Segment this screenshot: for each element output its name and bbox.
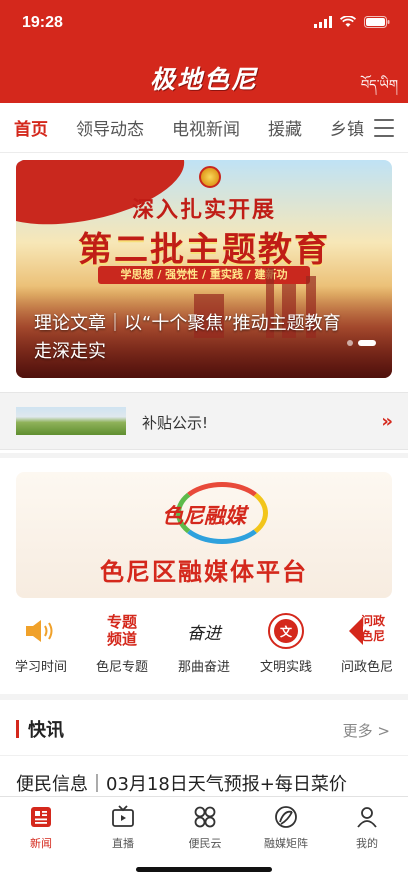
party-emblem-icon — [199, 166, 221, 188]
topic-channel-icon: 专题 频道 — [100, 612, 144, 650]
quick-link-label: 那曲奋进 — [177, 660, 230, 675]
status-icons — [314, 13, 390, 32]
quick-link-civilization-practice[interactable]: 文 文明实践 — [246, 612, 326, 675]
banner-caption[interactable]: 理论文章｜以“十个聚焦”推动主题教育走深走实 — [34, 310, 354, 366]
quick-link-nagqu-forward[interactable]: 奋进 那曲奋进 — [164, 612, 244, 676]
tv-icon — [109, 803, 137, 831]
app-screen: 19:28 极地色尼 བོད་ཡིག 首页 领导动态 电视新闻 援藏 乡镇 深入… — [0, 0, 408, 883]
bottom-tab-label: 融媒矩阵 — [264, 837, 308, 850]
tibetan-language-link[interactable]: བོད་ཡིག — [361, 70, 398, 107]
carousel-dot[interactable] — [347, 340, 353, 346]
more-link[interactable]: 更多 > — [343, 720, 390, 741]
tab-tv-news[interactable]: 电视新闻 — [172, 115, 240, 140]
status-time: 19:28 — [22, 14, 63, 31]
signal-icon — [314, 13, 332, 32]
bottom-tab-label: 便民云 — [188, 837, 222, 850]
calligraphy-badge: 奋进 — [187, 623, 221, 644]
bottom-tab-media-matrix[interactable]: 融媒矩阵 — [245, 803, 327, 851]
channel-tabs: 首页 领导动态 电视新闻 援藏 乡镇 — [0, 103, 408, 153]
tab-towns[interactable]: 乡镇 — [330, 115, 364, 140]
quick-link-label: 文明实践 — [259, 660, 312, 675]
carousel-dot-active[interactable] — [358, 340, 376, 346]
quick-link-seni-topics[interactable]: 专题 频道 色尼专题 — [82, 612, 162, 676]
notice-strip[interactable]: 补贴公示! » — [0, 392, 408, 450]
quick-link-label: 色尼专题 — [95, 660, 148, 675]
app-header: 19:28 极地色尼 བོད་ཡིག — [0, 0, 408, 103]
quick-link-label: 学习时间 — [14, 660, 67, 675]
grassland-thumbnail — [16, 407, 126, 435]
banner-headline-2: 第二批主题教育 — [78, 230, 330, 270]
carousel-indicator — [347, 340, 376, 346]
tab-leader-news[interactable]: 领导动态 — [76, 115, 144, 140]
section-accent-bar — [16, 720, 19, 738]
tab-aid-tibet[interactable]: 援藏 — [268, 115, 302, 140]
ask-government-icon: 问政 色尼 — [345, 612, 389, 650]
banner-slogan: 学思想 / 强党性 / 重实践 / 建新功 — [98, 266, 310, 284]
battery-icon — [364, 13, 390, 32]
ask-government-badge: 问政 色尼 — [361, 614, 386, 643]
double-chevron-right-icon[interactable]: » — [381, 411, 393, 432]
civilization-seal-badge: 文 — [274, 619, 298, 643]
media-platform-promo[interactable]: 色尼融媒 色尼区融媒体平台 — [16, 472, 392, 598]
news-icon — [27, 803, 55, 831]
topic-channel-badge: 专题 频道 — [106, 613, 137, 648]
banner-carousel[interactable]: 深入扎实开展 第二批主题教育 学思想 / 强党性 / 重实践 / 建新功 理论文… — [16, 160, 392, 378]
clover-icon — [191, 803, 219, 831]
bottom-tab-label: 直播 — [112, 837, 134, 850]
bottom-tab-label: 新闻 — [30, 837, 52, 850]
bottom-tab-live[interactable]: 直播 — [82, 803, 164, 851]
notice-text[interactable]: 补贴公示! — [142, 412, 208, 433]
quick-link-label: 问政色尼 — [340, 660, 393, 675]
bottom-tab-news[interactable]: 新闻 — [0, 803, 82, 851]
bottom-tab-services[interactable]: 便民云 — [164, 803, 246, 851]
quick-links: 学习时间 专题 频道 色尼专题 奋进 那曲奋进 文 文明实践 问政 色尼 问政色… — [0, 612, 408, 682]
civilization-seal-icon: 文 — [264, 612, 308, 650]
news-flash-title: 快讯 — [28, 720, 64, 741]
menu-icon[interactable] — [374, 119, 394, 137]
tab-home[interactable]: 首页 — [14, 115, 48, 140]
quick-link-ask-seni[interactable]: 问政 色尼 问政色尼 — [327, 612, 407, 675]
speaker-icon — [19, 612, 63, 650]
promo-title: 色尼区融媒体平台 — [100, 557, 308, 586]
app-logo: 极地色尼 — [149, 65, 258, 94]
user-icon — [353, 803, 381, 831]
quick-link-study-time[interactable]: 学习时间 — [1, 612, 81, 675]
news-flash-header: 快讯 更多 > — [0, 700, 408, 756]
media-logo-text: 色尼融媒 — [162, 503, 246, 528]
bottom-tab-label: 我的 — [356, 837, 378, 850]
news-flash-section: 快讯 更多 > 便民信息｜03月18日天气预报+每日菜价 — [0, 700, 408, 800]
news-item[interactable]: 便民信息｜03月18日天气预报+每日菜价 — [16, 770, 347, 796]
matrix-icon — [272, 803, 300, 831]
wifi-icon — [339, 13, 357, 32]
calligraphy-icon: 奋进 — [182, 612, 226, 650]
home-indicator[interactable] — [136, 867, 272, 872]
bottom-tab-profile[interactable]: 我的 — [326, 803, 408, 851]
banner-headline-1: 深入扎实开展 — [131, 197, 276, 223]
